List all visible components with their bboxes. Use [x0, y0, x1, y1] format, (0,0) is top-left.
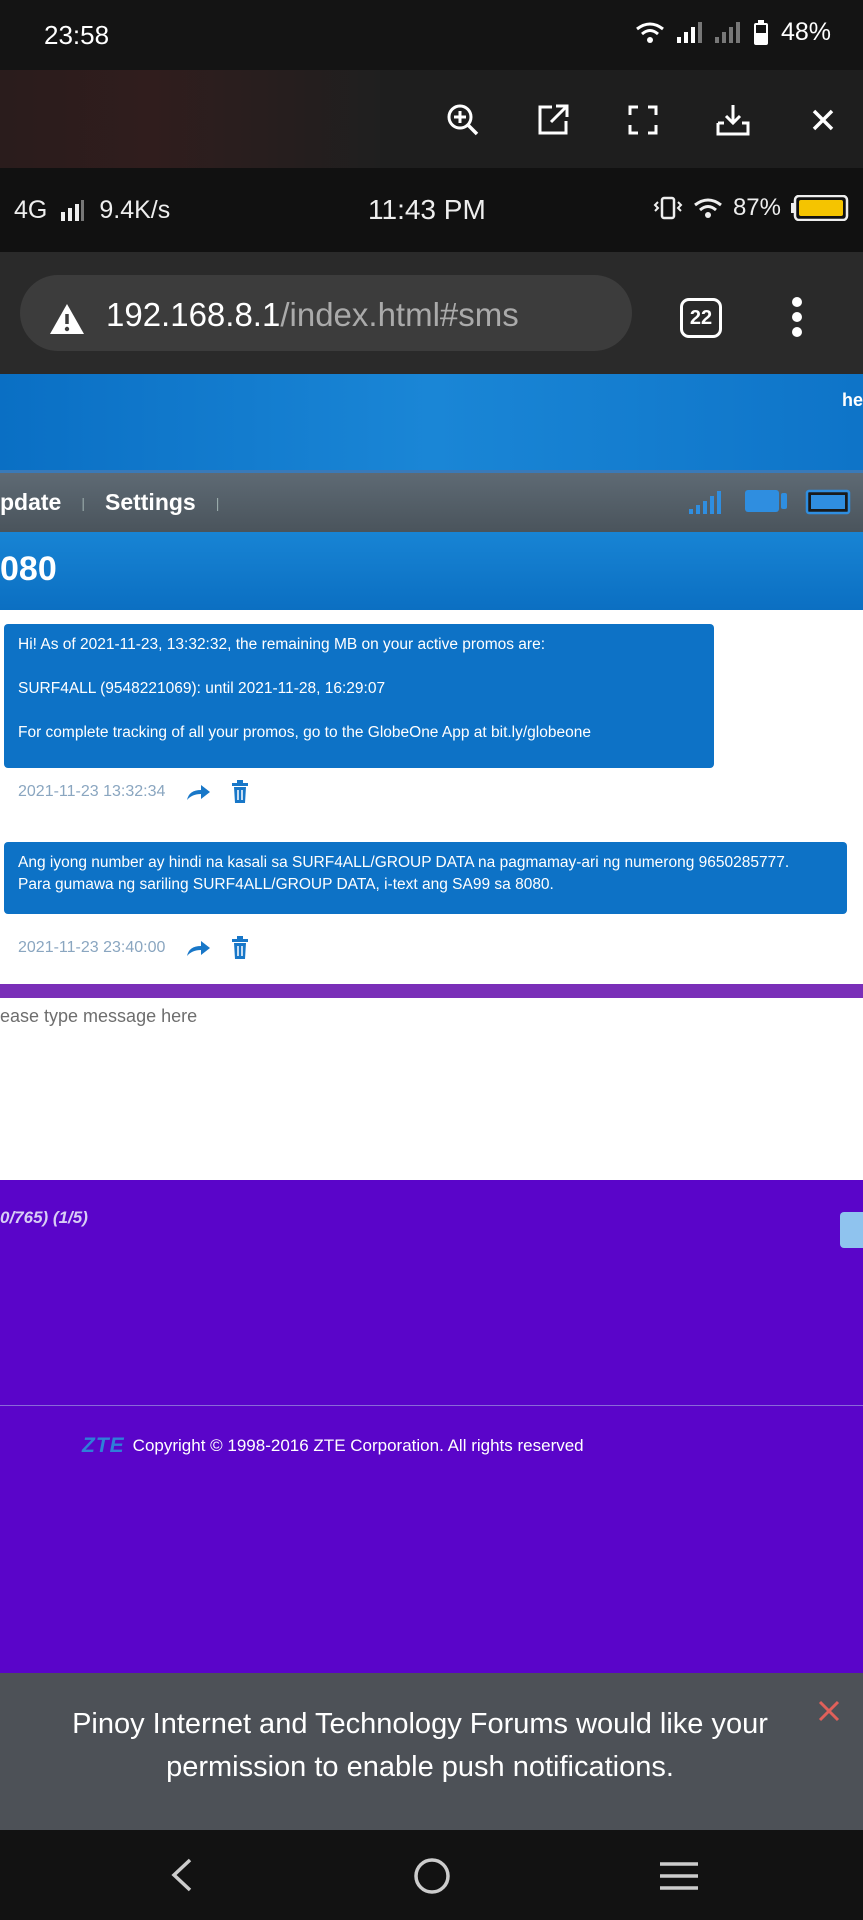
download-icon	[716, 105, 750, 136]
footer-divider	[0, 1405, 863, 1406]
signal-strength-icon	[689, 491, 721, 514]
router-nav: pdate | Settings |	[0, 470, 863, 532]
inner-battery-percent: 87%	[732, 194, 781, 221]
vibrate-icon	[653, 196, 683, 220]
signal-icon	[676, 21, 702, 43]
message-meta: 2021-11-23 13:32:34	[18, 780, 249, 804]
zte-logo: ZTE	[82, 1434, 125, 1457]
wifi-icon	[694, 198, 722, 218]
divider	[0, 984, 863, 998]
home-icon[interactable]	[412, 1856, 452, 1896]
status-bar: 23:58 48%	[0, 0, 863, 70]
back-icon[interactable]	[168, 1856, 196, 1894]
open-external-icon	[538, 104, 569, 135]
push-prompt-message: Pinoy Internet and Technology Forums wou…	[72, 1708, 768, 1783]
thumbnail	[0, 70, 380, 168]
close-icon[interactable]	[817, 1699, 841, 1723]
battery-icon	[753, 19, 768, 45]
open-external-button[interactable]	[525, 92, 581, 148]
nav-item-update[interactable]: pdate	[0, 489, 61, 516]
zoom-in-icon	[447, 104, 479, 136]
battery-icon	[791, 195, 849, 221]
status-icons: 48%	[635, 18, 831, 47]
inner-status-bar: 4G 9.4K/s 11:43 PM 87%	[0, 168, 863, 252]
message-placeholder: ease type message here	[0, 1006, 198, 1026]
zoom-in-button[interactable]	[435, 92, 491, 148]
close-button[interactable]	[795, 92, 851, 148]
url-text[interactable]: 192.168.8.1/index.html#sms	[106, 296, 519, 334]
message-bubble: Ang iyong number ay hindi na kasali sa S…	[4, 842, 847, 914]
message-timestamp: 2021-11-23 13:32:34	[18, 783, 166, 800]
url-host: 192.168.8.1	[106, 296, 281, 333]
push-notification-prompt[interactable]: Pinoy Internet and Technology Forums wou…	[0, 1673, 863, 1830]
nav-item-settings[interactable]: Settings	[105, 489, 196, 516]
signal-icon-2	[714, 21, 740, 43]
inner-time: 11:43 PM	[368, 194, 486, 225]
close-icon	[812, 109, 834, 131]
message-text: Ang iyong number ay hindi na kasali sa S…	[18, 854, 790, 893]
nav-separator: |	[215, 494, 220, 511]
fullscreen-button[interactable]	[615, 92, 671, 148]
message-input[interactable]: ease type message here	[0, 998, 863, 1180]
recents-icon[interactable]	[658, 1860, 700, 1892]
trash-icon[interactable]	[231, 936, 249, 960]
conversation-number: 080	[0, 550, 57, 588]
signal-icon	[61, 199, 85, 221]
battery-status-icon	[805, 489, 851, 515]
battery-percent: 48%	[780, 18, 831, 46]
send-button[interactable]	[840, 1212, 863, 1248]
footer: ZTE Copyright © 1998-2016 ZTE Corporatio…	[82, 1434, 584, 1458]
forward-icon[interactable]	[185, 782, 211, 802]
network-speed: 9.4K/s	[99, 196, 171, 224]
screenshot-image: 4G 9.4K/s 11:43 PM 87% 192.168.8.1/index…	[0, 168, 863, 1673]
header-text[interactable]: he	[842, 390, 863, 411]
trash-icon[interactable]	[231, 780, 249, 804]
more-menu-icon[interactable]	[790, 296, 804, 338]
browser-toolbar: 192.168.8.1/index.html#sms 22	[0, 252, 863, 374]
devices-icon	[745, 490, 787, 512]
message-thread: Hi! As of 2021-11-23, 13:32:32, the rema…	[0, 610, 863, 996]
viewer-toolbar	[0, 70, 863, 168]
router-header: he	[0, 374, 863, 474]
sms-title-bar: 080	[0, 532, 863, 610]
network-type: 4G	[14, 196, 48, 224]
wifi-icon	[636, 22, 664, 43]
character-count: 0/765) (1/5)	[0, 1208, 88, 1227]
copyright-text: Copyright © 1998-2016 ZTE Corporation. A…	[132, 1436, 584, 1455]
message-meta: 2021-11-23 23:40:00	[18, 936, 249, 960]
message-text: Hi! As of 2021-11-23, 13:32:32, the rema…	[18, 636, 591, 741]
download-button[interactable]	[705, 92, 761, 148]
message-timestamp: 2021-11-23 23:40:00	[18, 939, 166, 956]
navigation-bar	[0, 1830, 863, 1920]
message-bubble: Hi! As of 2021-11-23, 13:32:32, the rema…	[4, 624, 714, 768]
warning-icon[interactable]	[48, 302, 86, 336]
nav-separator: |	[81, 494, 85, 511]
forward-icon[interactable]	[185, 938, 211, 958]
fullscreen-icon	[628, 105, 658, 135]
url-path: /index.html#sms	[280, 296, 519, 333]
tab-count-button[interactable]: 22	[680, 298, 722, 338]
status-time: 23:58	[44, 20, 110, 50]
router-web-page: he pdate | Settings | 080 Hi! As of 2021…	[0, 374, 863, 1673]
